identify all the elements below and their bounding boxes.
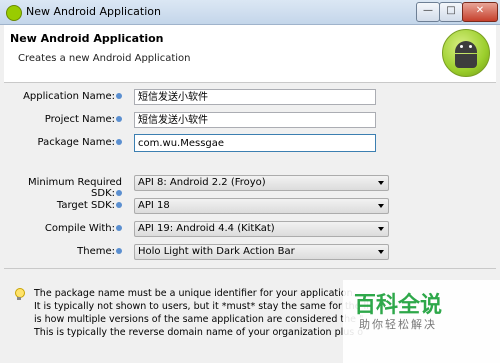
info-icon — [116, 139, 122, 145]
min-sdk-label-row: Minimum Required SDK: — [4, 177, 122, 199]
package-name-label-row: Package Name: — [4, 137, 122, 148]
chevron-down-icon — [378, 181, 384, 185]
compile-with-value: API 19: Android 4.4 (KitKat) — [138, 223, 275, 234]
app-name-label-row: Application Name: — [4, 91, 122, 102]
android-logo-icon — [442, 29, 490, 77]
info-icon — [116, 202, 122, 208]
window-title: New Android Application — [26, 5, 161, 18]
target-sdk-select[interactable]: API 18 — [134, 198, 389, 214]
target-sdk-label-row: Target SDK: — [4, 200, 122, 211]
watermark-title: 百科全说 — [353, 293, 442, 318]
info-icon — [116, 116, 122, 122]
info-icon — [116, 93, 122, 99]
wizard-title: New Android Application — [10, 32, 164, 45]
app-name-label: Application Name: — [23, 91, 115, 102]
minimize-button[interactable]: — — [416, 2, 440, 22]
eclipse-app-icon — [6, 5, 22, 21]
compile-with-select[interactable]: API 19: Android 4.4 (KitKat) — [134, 221, 389, 237]
chevron-down-icon — [378, 204, 384, 208]
min-sdk-select[interactable]: API 8: Android 2.2 (Froyo) — [134, 175, 389, 191]
target-sdk-value: API 18 — [138, 200, 170, 211]
android-eye-left — [460, 45, 463, 48]
theme-value: Holo Light with Dark Action Bar — [138, 246, 295, 257]
info-icon — [116, 225, 122, 231]
close-button[interactable]: ✕ — [462, 2, 498, 22]
android-head-shape — [455, 41, 477, 53]
min-sdk-label: Minimum Required SDK: — [27, 177, 122, 199]
help-text-line: This is typically the reverse domain nam… — [34, 327, 364, 338]
help-text-line: is how multiple versions of the same app… — [34, 314, 364, 325]
wizard-subtitle: Creates a new Android Application — [18, 53, 191, 64]
info-icon — [116, 248, 122, 254]
chevron-down-icon — [378, 227, 384, 231]
android-eye-right — [469, 45, 472, 48]
theme-label-row: Theme: — [4, 246, 122, 257]
package-name-input[interactable]: com.wu.Messgae — [134, 134, 376, 152]
watermark-badge: 百科全说 助你轻松解决 — [343, 280, 500, 363]
project-name-input[interactable]: 短信发送小软件 — [134, 112, 376, 128]
wizard-header: New Android Application Creates a new An… — [4, 25, 496, 83]
title-bar: New Android Application — □ ✕ — [0, 0, 500, 25]
theme-select[interactable]: Holo Light with Dark Action Bar — [134, 244, 389, 260]
project-name-label: Project Name: — [44, 114, 115, 125]
info-icon — [116, 190, 122, 196]
target-sdk-label: Target SDK: — [56, 200, 115, 211]
bulb-base-shape — [17, 297, 21, 300]
lightbulb-icon — [14, 288, 25, 300]
compile-with-label-row: Compile With: — [4, 223, 122, 234]
help-text-line: The package name must be a unique identi… — [34, 288, 356, 299]
section-divider — [4, 268, 496, 269]
theme-label: Theme: — [77, 246, 115, 257]
chevron-down-icon — [378, 250, 384, 254]
help-text-line: It is typically not shown to users, but … — [34, 301, 369, 312]
compile-with-label: Compile With: — [44, 223, 115, 234]
maximize-button[interactable]: □ — [439, 2, 463, 22]
application-name-input[interactable]: 短信发送小软件 — [134, 89, 376, 105]
project-name-label-row: Project Name: — [4, 114, 122, 125]
package-name-label: Package Name: — [37, 137, 116, 148]
watermark-subtitle: 助你轻松解决 — [359, 318, 437, 331]
min-sdk-value: API 8: Android 2.2 (Froyo) — [138, 177, 266, 188]
android-body-shape — [455, 54, 477, 68]
